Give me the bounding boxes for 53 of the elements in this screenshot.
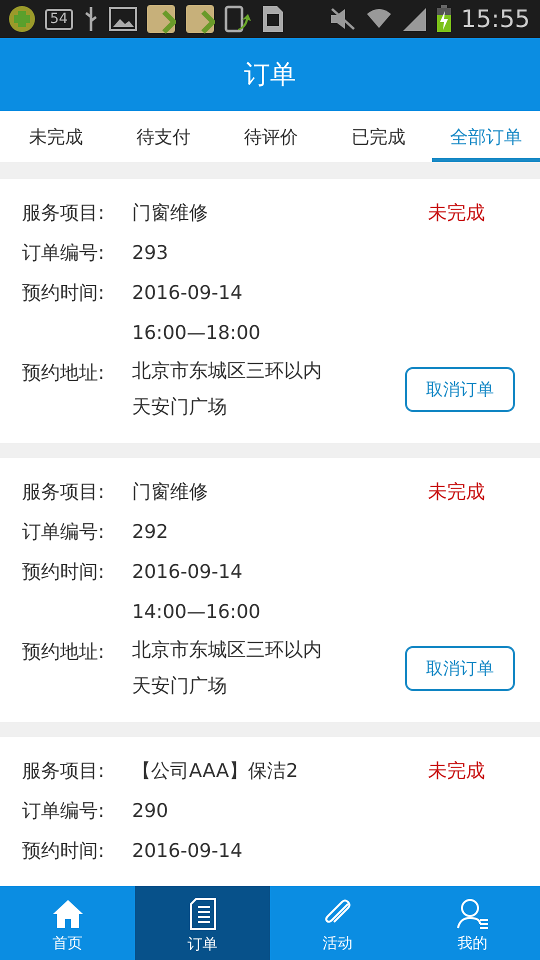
field-value: 天安门广场 — [132, 395, 228, 420]
field-value: 293 — [132, 241, 170, 266]
cancel-order-button[interactable]: 取消订单 — [405, 646, 515, 690]
order-tab[interactable]: 全部订单 — [432, 111, 540, 162]
signal-icon — [400, 6, 427, 32]
user-icon — [456, 898, 490, 930]
field-value: 14:00—16:00 — [132, 600, 262, 625]
notification-badge: 54 — [45, 8, 73, 30]
field-label: 订单编号: — [22, 520, 106, 545]
document-icon — [188, 896, 216, 930]
field-value: 292 — [132, 520, 170, 545]
field-value: 北京市东城区三环以内 — [132, 359, 323, 384]
field-label: 预约地址: — [22, 640, 106, 665]
order-tab[interactable]: 已完成 — [324, 111, 432, 162]
field-label: 预约时间: — [22, 839, 106, 864]
field-value: 2016-09-14 — [132, 281, 244, 306]
field-value: 天安门广场 — [132, 674, 228, 699]
field-value: 2016-09-14 — [132, 560, 244, 585]
order-status: 未完成 — [428, 201, 485, 226]
order-tab[interactable]: 待支付 — [110, 111, 218, 162]
field-value: 【公司AAA】保洁2 — [132, 759, 300, 784]
field-value: 门窗维修 — [132, 201, 209, 226]
field-value: 北京市东城区三环以内 — [132, 638, 323, 663]
clock-time: 15:55 — [460, 5, 530, 33]
field-value: 16:00—18:00 — [132, 321, 262, 346]
field-label: 订单编号: — [22, 241, 106, 266]
field-label: 订单编号: — [22, 799, 106, 824]
field-label: 预约时间: — [22, 560, 106, 585]
nav-tab[interactable]: 订单 — [135, 886, 270, 960]
home-icon — [52, 898, 84, 930]
sim-card-icon — [260, 4, 285, 34]
field-label: 预约时间: — [22, 281, 106, 306]
battery-charging-icon — [436, 5, 452, 33]
order-status: 未完成 — [428, 759, 485, 784]
nav-tab[interactable]: 我的 — [405, 886, 540, 960]
field-value: 290 — [132, 799, 170, 824]
nav-tab[interactable]: 首页 — [0, 886, 135, 960]
field-value: 2016-09-14 — [132, 839, 244, 864]
field-label: 服务项目: — [22, 201, 106, 226]
image-icon — [108, 7, 137, 31]
mute-icon — [328, 7, 357, 31]
order-tab[interactable]: 待评价 — [217, 111, 325, 162]
field-label: 服务项目: — [22, 480, 106, 505]
app-icon — [8, 5, 36, 33]
order-status: 未完成 — [428, 480, 485, 505]
order-tab[interactable]: 未完成 — [2, 111, 110, 162]
phone-upload-icon — [224, 5, 252, 33]
field-label: 预约地址: — [22, 361, 106, 386]
field-label: 服务项目: — [22, 759, 106, 784]
field-value: 门窗维修 — [132, 480, 209, 505]
cancel-order-button[interactable]: 取消订单 — [405, 366, 515, 412]
page-title: 订单 — [244, 59, 296, 92]
nav-tab[interactable]: 活动 — [270, 886, 405, 960]
